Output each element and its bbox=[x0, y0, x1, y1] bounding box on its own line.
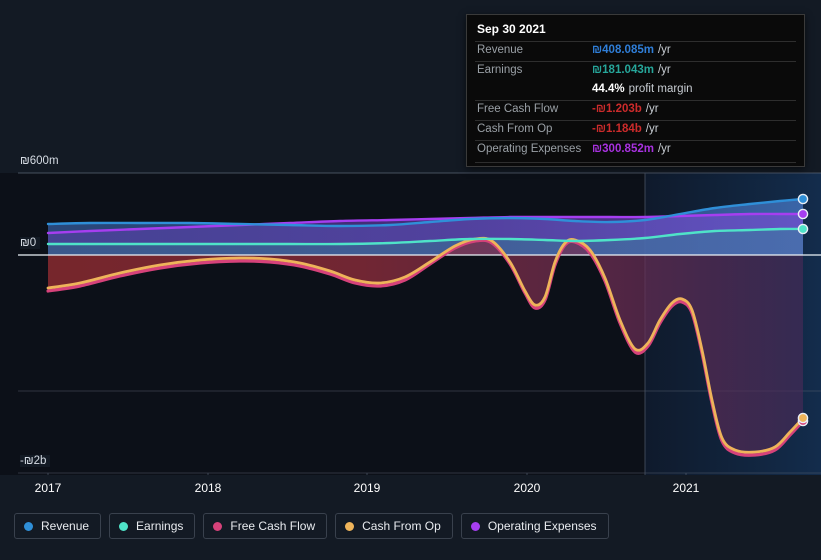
tooltip-unit-operating-expenses: /yr bbox=[657, 143, 671, 155]
x-axis-label-2018: 2018 bbox=[194, 481, 222, 495]
chart-screenshot: ₪600m ₪0 -₪2b 2017 2018 2019 2020 2021 S… bbox=[0, 0, 821, 560]
tooltip-unit-earnings: /yr bbox=[657, 64, 671, 76]
legend-label-earnings: Earnings bbox=[136, 519, 184, 533]
tooltip-label-operating-expenses: Operating Expenses bbox=[477, 143, 582, 155]
y-axis-label-neg2b: -₪2b bbox=[20, 455, 51, 467]
tooltip-value-cash-from-op: -₪1.184b bbox=[592, 123, 642, 135]
legend-label-revenue: Revenue bbox=[41, 519, 90, 533]
legend-label-free-cash-flow: Free Cash Flow bbox=[230, 519, 316, 533]
tooltip-row-profit-margin: 44.4% profit margin bbox=[475, 81, 796, 100]
tooltip-row-operating-expenses: Operating Expenses ₪300.852m /yr bbox=[475, 140, 796, 160]
legend-item-free-cash-flow[interactable]: Free Cash Flow bbox=[203, 513, 328, 539]
y-axis-label-600m: ₪600m bbox=[20, 155, 63, 167]
tooltip-label-earnings: Earnings bbox=[477, 64, 523, 76]
tooltip-row-cash-from-op: Cash From Op -₪1.184b /yr bbox=[475, 120, 796, 140]
tooltip-footer-divider bbox=[475, 162, 796, 163]
legend-label-operating-expenses: Operating Expenses bbox=[487, 519, 597, 533]
x-axis-label-2017: 2017 bbox=[34, 481, 62, 495]
tooltip-unit-cash-from-op: /yr bbox=[645, 123, 659, 135]
tooltip-value-free-cash-flow: -₪1.203b bbox=[592, 103, 642, 115]
legend-dot-revenue bbox=[24, 521, 33, 531]
tooltip-row-free-cash-flow: Free Cash Flow -₪1.203b /yr bbox=[475, 100, 796, 120]
tooltip-label-free-cash-flow: Free Cash Flow bbox=[477, 103, 559, 115]
legend-dot-earnings bbox=[119, 521, 129, 531]
y-axis-label-0: ₪0 bbox=[20, 237, 41, 249]
tooltip-label-cash-from-op: Cash From Op bbox=[477, 123, 553, 135]
tooltip-value-profit-margin: 44.4% bbox=[592, 83, 625, 95]
legend-item-cash-from-op[interactable]: Cash From Op bbox=[335, 513, 453, 539]
chart-legend: Revenue Earnings Free Cash Flow Cash Fro… bbox=[14, 513, 609, 539]
tooltip-value-earnings: ₪181.043m bbox=[592, 64, 654, 76]
legend-item-earnings[interactable]: Earnings bbox=[109, 513, 196, 539]
chart-tooltip: Sep 30 2021 Revenue ₪408.085m /yr Earnin… bbox=[466, 14, 805, 167]
legend-dot-operating-expenses bbox=[470, 521, 480, 531]
tooltip-row-earnings: Earnings ₪181.043m /yr bbox=[475, 61, 796, 81]
x-axis-label-2020: 2020 bbox=[513, 481, 541, 495]
tooltip-unit-profit-margin: profit margin bbox=[628, 83, 693, 95]
tooltip-value-operating-expenses: ₪300.852m bbox=[592, 143, 654, 155]
tooltip-date: Sep 30 2021 bbox=[477, 22, 546, 36]
x-axis-label-2019: 2019 bbox=[353, 481, 381, 495]
legend-label-cash-from-op: Cash From Op bbox=[362, 519, 441, 533]
tooltip-label-revenue: Revenue bbox=[477, 44, 524, 56]
x-axis-label-2021: 2021 bbox=[672, 481, 700, 495]
legend-dot-cash-from-op bbox=[345, 521, 355, 531]
tooltip-value-revenue: ₪408.085m bbox=[592, 44, 654, 56]
tooltip-row-revenue: Revenue ₪408.085m /yr bbox=[475, 41, 796, 61]
legend-item-operating-expenses[interactable]: Operating Expenses bbox=[460, 513, 609, 539]
legend-dot-free-cash-flow bbox=[213, 521, 223, 531]
tooltip-unit-free-cash-flow: /yr bbox=[645, 103, 659, 115]
legend-item-revenue[interactable]: Revenue bbox=[14, 513, 102, 539]
tooltip-unit-revenue: /yr bbox=[657, 44, 671, 56]
